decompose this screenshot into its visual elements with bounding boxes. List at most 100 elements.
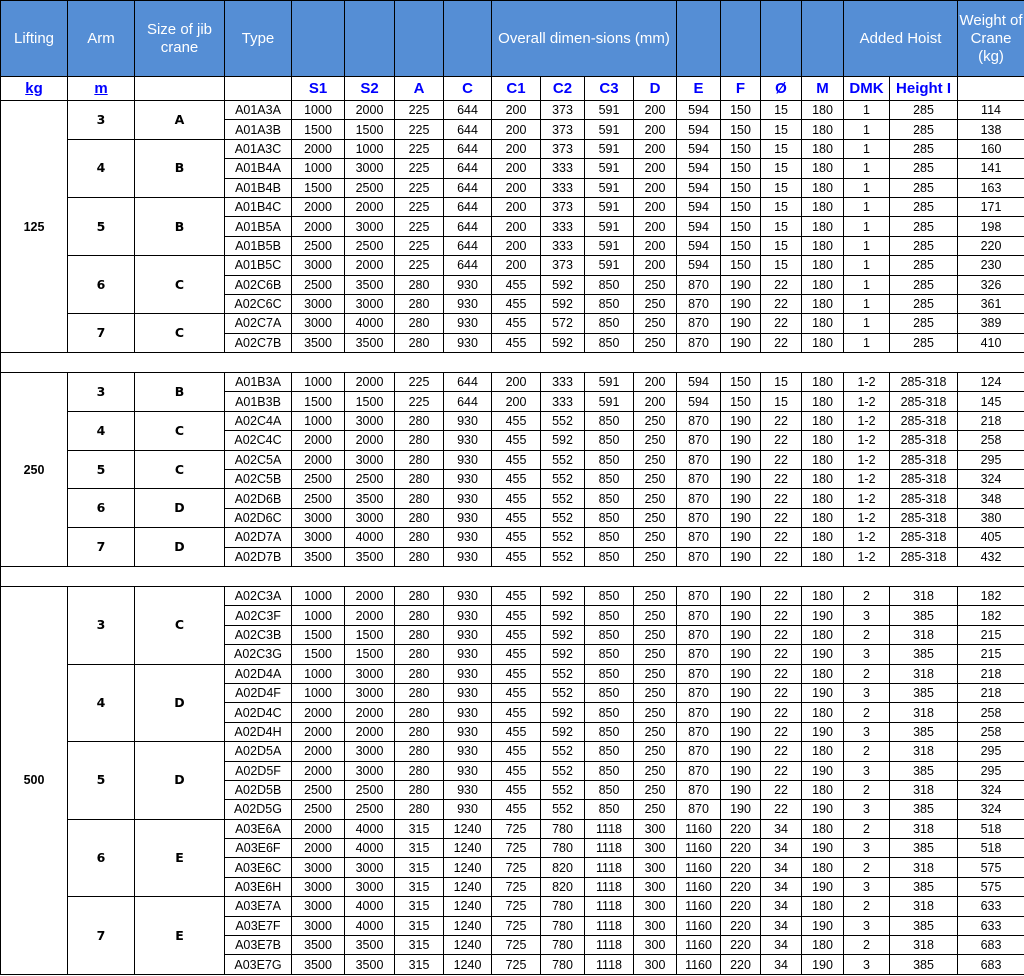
value-cell: 552 [540,410,585,432]
value-cell: 180 [801,274,845,295]
value-cell: 2 [843,857,891,878]
value-cell: 2500 [344,235,395,257]
value-cell: 190 [720,605,762,626]
value-cell: 2500 [291,235,345,257]
value-cell: 200 [632,158,678,179]
value-cell: 190 [720,430,762,451]
value-cell: 200 [632,177,678,198]
table-row: 7 E A03E7A 3000 4000 315 1240 725 780 1118 300 1160… [1,896,1024,975]
value-cell: 218 [957,663,1024,684]
value-cell: 190 [720,682,762,704]
value-cell: 333 [540,391,585,412]
value-cell: 190 [720,449,762,471]
value-cell: 1 [843,177,891,198]
value-cell: 318 [889,585,959,607]
value-cell: 2000 [344,99,395,121]
value-cell: 145 [957,391,1024,412]
value-cell: 594 [676,99,722,121]
type-cell: A01B3A [224,372,292,393]
value-cell: 591 [584,255,634,276]
value-cell: 594 [676,119,722,140]
value-cell: 200 [491,99,541,121]
value-cell: 2000 [344,372,395,393]
value-cell: 180 [801,177,845,198]
value-cell: 3000 [344,741,395,762]
value-cell: 318 [889,779,959,801]
value-cell: 1160 [676,954,722,975]
type-cell: A02D4H [224,721,292,743]
value-cell: 1-2 [843,527,891,548]
value-cell: 22 [760,741,803,762]
type-cell: A03E7B [224,935,292,956]
value-cell: 34 [760,935,803,956]
value-cell: 1000 [291,372,345,393]
value-cell: 280 [394,313,444,334]
value-cell: 280 [394,488,444,509]
value-cell: 324 [957,469,1024,490]
arm-length-cell: 7 [67,896,135,975]
value-cell: 190 [720,779,762,801]
value-cell: 405 [957,527,1024,548]
value-cell: 930 [443,488,492,509]
value-cell: 1000 [344,138,395,160]
value-cell: 180 [801,935,845,956]
value-cell: 870 [676,779,722,801]
type-cell: A01B5B [224,235,292,257]
value-cell: 389 [957,313,1024,334]
table-row: 125 3 A A01A3A 1000 2000 225 644 200 373 591 200 594… [0,99,1024,354]
value-cell: 190 [801,605,845,626]
value-cell: 850 [584,449,634,471]
value-cell: 2500 [344,469,395,490]
value-cell: 190 [801,876,845,898]
value-cell: 1 [843,196,891,218]
value-cell: 15 [760,177,803,198]
value-cell: 280 [394,507,444,529]
value-cell: 250 [632,605,678,626]
value-cell: 930 [443,449,492,471]
value-cell: 644 [443,255,492,276]
value-cell: 3000 [291,915,345,937]
value-cell: 2000 [291,196,345,218]
value-cell: 333 [540,177,585,198]
value-cell: 180 [801,507,845,529]
value-cell: 180 [801,372,845,393]
value-cell: 180 [801,216,845,237]
value-cell: 15 [760,158,803,179]
value-cell: 180 [801,896,845,917]
value-cell: 725 [491,857,541,878]
value-cell: 200 [632,138,678,160]
type-cell: A01B4A [224,158,292,179]
value-cell: 633 [957,915,1024,937]
value-cell: 280 [394,430,444,451]
value-cell: 180 [801,119,845,140]
type-cell: A02D5F [224,760,292,781]
value-cell: 1118 [584,857,634,878]
value-cell: 180 [801,779,845,801]
value-cell: 2000 [291,741,345,762]
value-cell: 455 [491,488,541,509]
separator-cell [0,565,1024,587]
value-cell: 3500 [344,274,395,295]
type-cell: A01B3B [224,391,292,412]
value-cell: 190 [720,410,762,432]
value-cell: 455 [491,682,541,704]
value-cell: 1 [843,293,891,315]
type-cell: A01B5C [224,255,292,276]
value-cell: 385 [889,799,959,820]
value-cell: 3000 [344,158,395,179]
value-cell: 594 [676,235,722,257]
value-cell: 850 [584,430,634,451]
value-cell: 190 [720,546,762,567]
crane-size-cell: C [134,255,225,315]
arm-length-cell: 4 [67,410,135,451]
value-cell: 1 [843,332,891,354]
value-cell: 683 [957,935,1024,956]
value-cell: 591 [584,235,634,257]
value-cell: 644 [443,119,492,140]
table-row: 250 3 B A01B3A 1000 2000 225 644 200 333 591 200 594… [0,372,1024,567]
value-cell: 2500 [291,799,345,820]
value-cell: 1240 [443,838,492,859]
value-cell: 2000 [344,721,395,743]
type-cell: A02C7A [224,313,292,334]
value-cell: 180 [801,585,845,607]
